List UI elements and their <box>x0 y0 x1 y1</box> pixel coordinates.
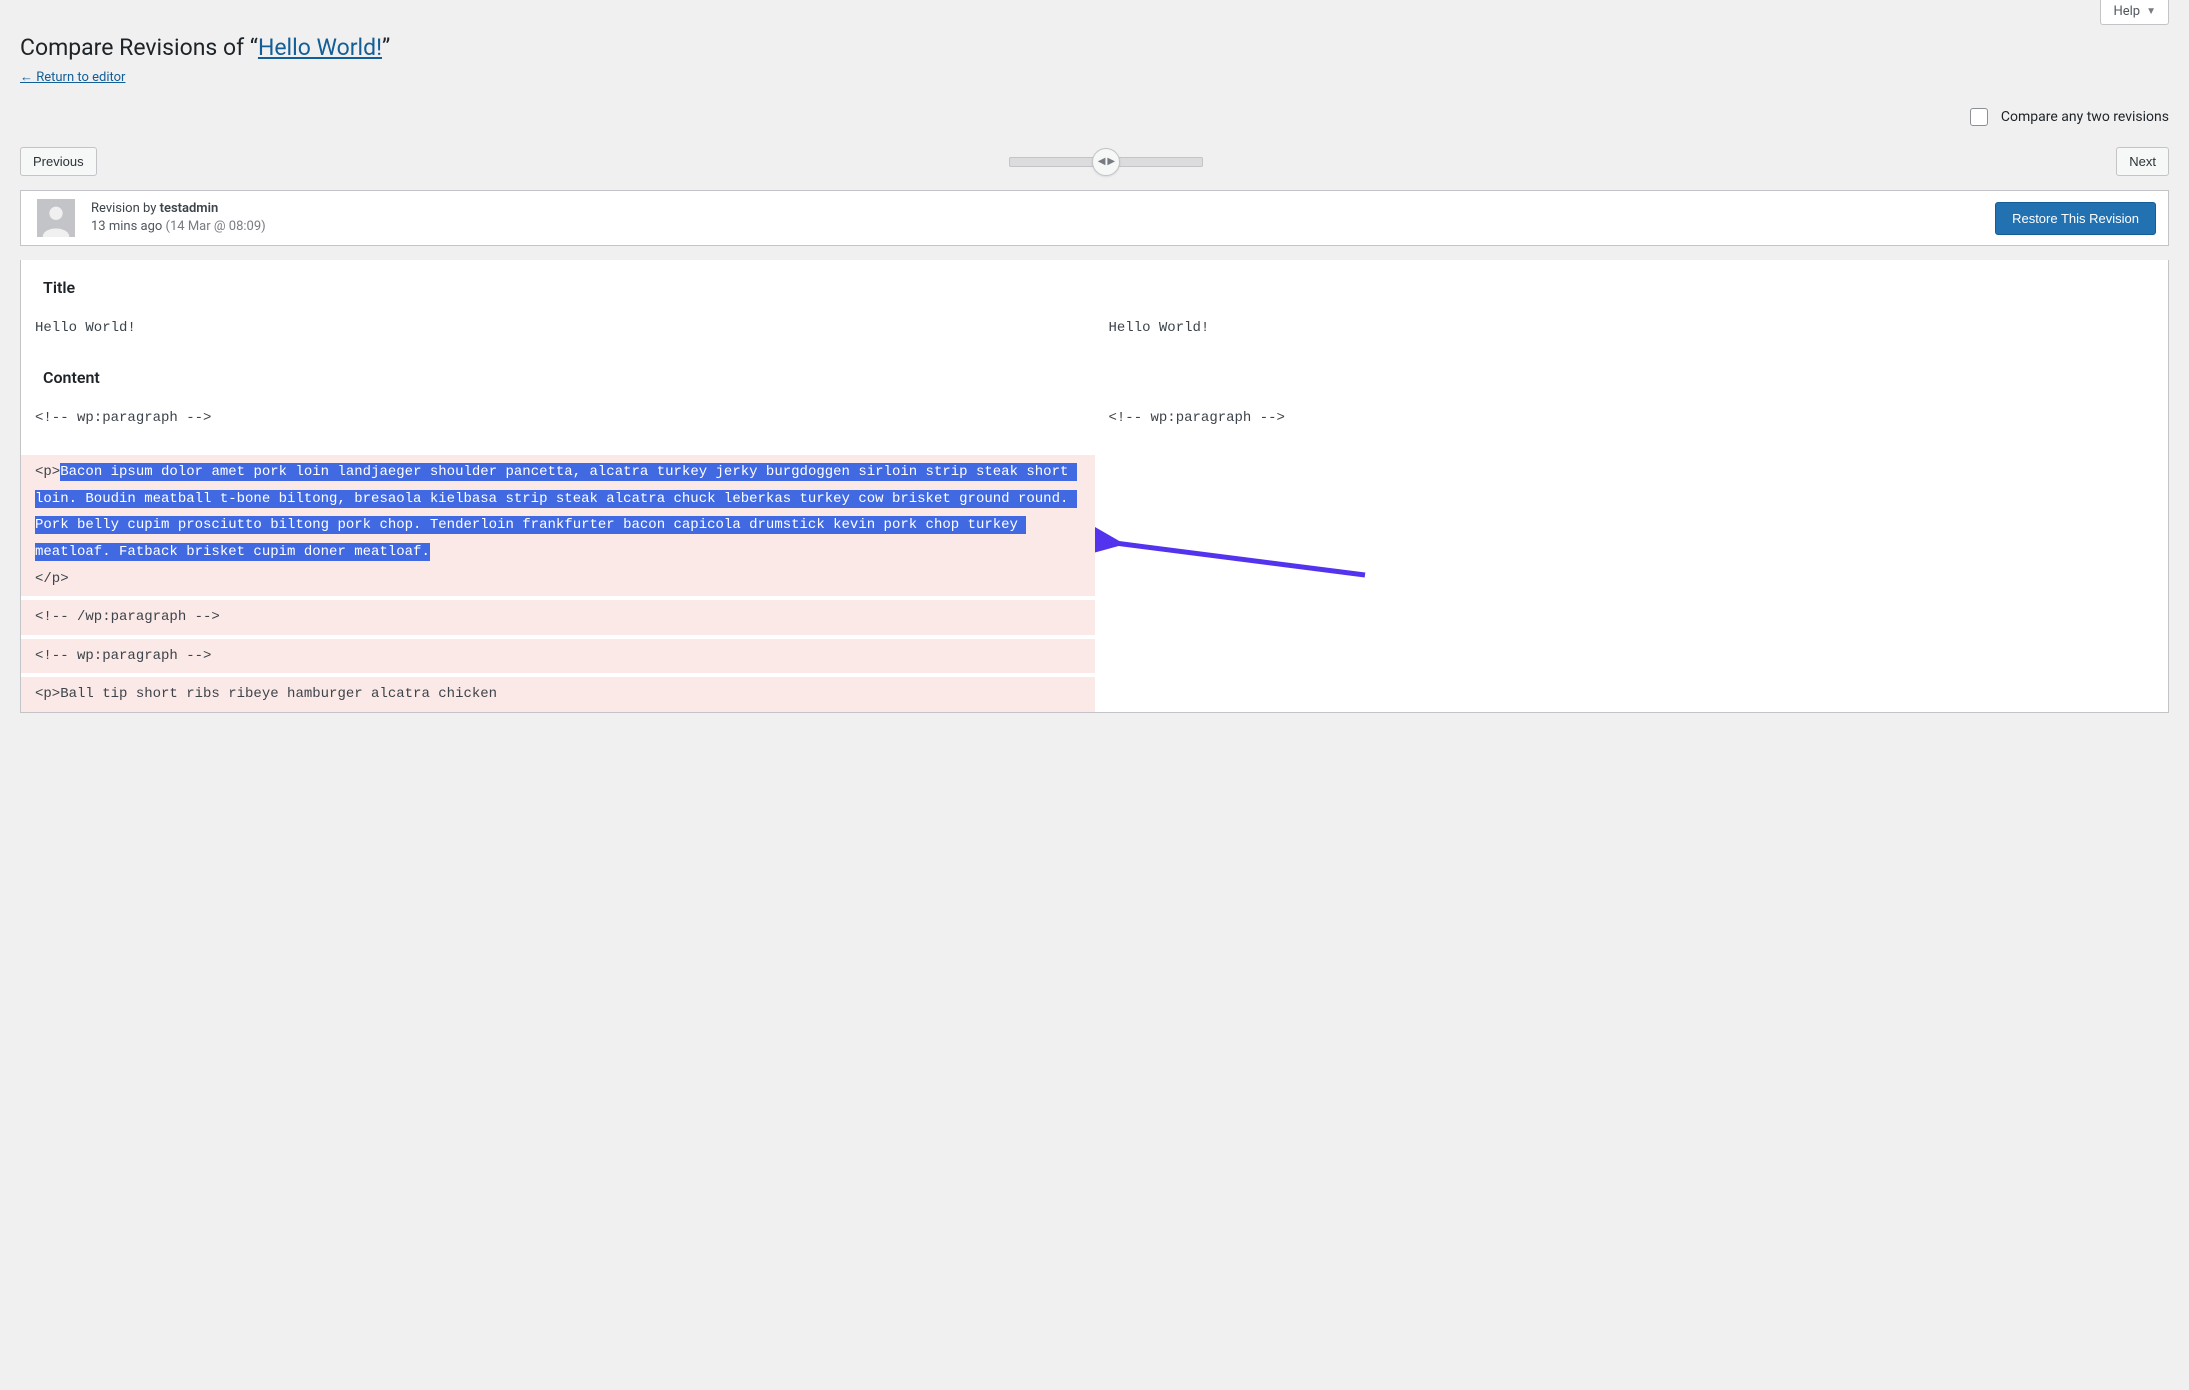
diff-cell-left: <!-- wp:paragraph --> <box>21 639 1095 674</box>
next-button[interactable]: Next <box>2116 147 2169 176</box>
restore-revision-button[interactable]: Restore This Revision <box>1995 202 2156 235</box>
revision-slider[interactable]: ◀▶ <box>1009 157 1203 167</box>
diff-cell-right <box>1095 639 2169 674</box>
diff-cell-left: <!-- /wp:paragraph --> <box>21 600 1095 635</box>
diff-content-heading: Content <box>43 368 2168 387</box>
compare-any-checkbox[interactable] <box>1970 108 1988 126</box>
page-title-link[interactable]: Hello World! <box>258 34 382 61</box>
previous-button[interactable]: Previous <box>20 147 97 176</box>
avatar <box>37 199 75 237</box>
revision-meta-bar: Revision by testadmin 13 mins ago (14 Ma… <box>20 190 2169 246</box>
help-toggle[interactable]: Help ▼ <box>2100 0 2169 25</box>
diff-cell-right <box>1095 455 2169 596</box>
chevron-down-icon: ▼ <box>2146 6 2156 17</box>
diff-cell-right <box>1095 677 2169 712</box>
slider-handle-icon[interactable]: ◀▶ <box>1092 148 1120 176</box>
diff-cell-left: <!-- wp:paragraph --> <box>21 401 1095 436</box>
diff-title-table: Hello World! Hello World! <box>21 311 2168 346</box>
revision-timestamp: (14 Mar @ 08:09) <box>166 219 266 234</box>
page-title: Compare Revisions of “Hello World!” <box>20 25 2169 65</box>
arrow-right-icon: ▶ <box>1107 156 1115 167</box>
diff-viewer: Title Hello World! Hello World! Content … <box>20 260 2169 713</box>
revision-by-label: Revision by <box>91 201 160 216</box>
revision-by-line: Revision by testadmin <box>91 200 266 218</box>
diff-content-table: <!-- wp:paragraph --><!-- wp:paragraph -… <box>21 401 2168 712</box>
diff-cell-right <box>1095 600 2169 635</box>
diff-title-right: Hello World! <box>1095 311 2169 346</box>
diff-title-left: Hello World! <box>21 311 1095 346</box>
diff-cell-left: <p>Ball tip short ribs ribeye hamburger … <box>21 677 1095 712</box>
help-label: Help <box>2113 4 2140 19</box>
diff-cell-left: <p>Bacon ipsum dolor amet pork loin land… <box>21 455 1095 596</box>
diff-removed-highlight: Bacon ipsum dolor amet pork loin landjae… <box>35 463 1077 561</box>
revision-author: testadmin <box>160 201 219 216</box>
revision-date-line: 13 mins ago (14 Mar @ 08:09) <box>91 218 266 236</box>
page-title-prefix: Compare Revisions of “ <box>20 34 258 61</box>
avatar-icon <box>37 199 75 237</box>
page-title-suffix: ” <box>382 34 390 61</box>
revision-time-ago: 13 mins ago <box>91 219 162 234</box>
compare-any-label: Compare any two revisions <box>2001 109 2169 125</box>
arrow-left-icon: ◀ <box>1098 156 1106 167</box>
diff-cell-right: <!-- wp:paragraph --> <box>1095 401 2169 436</box>
return-to-editor-link[interactable]: ← Return to editor <box>20 69 125 85</box>
diff-title-heading: Title <box>43 278 2168 297</box>
